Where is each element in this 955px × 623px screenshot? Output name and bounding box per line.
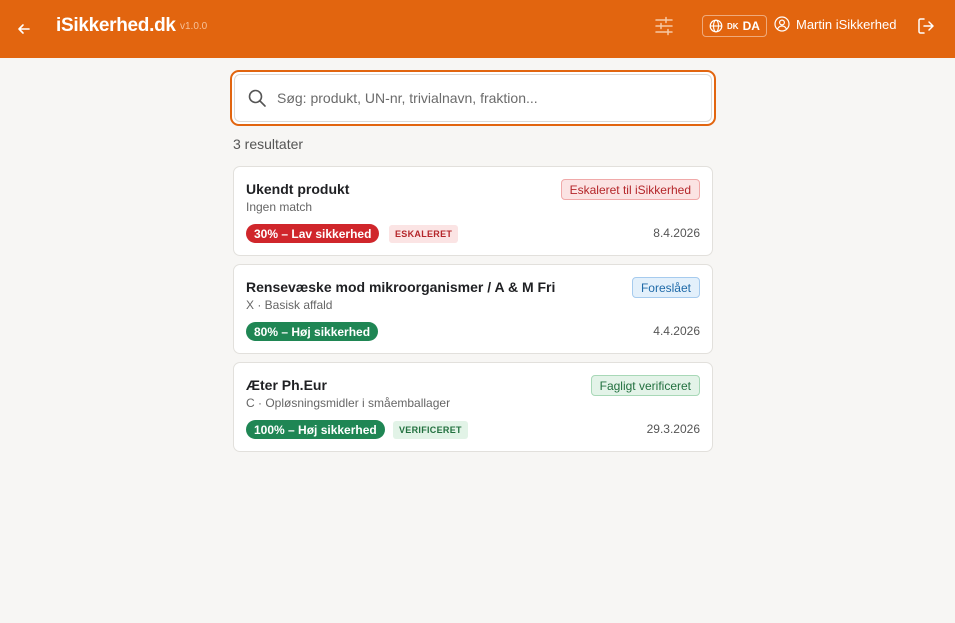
status-badge: Foreslået bbox=[631, 277, 700, 298]
result-card[interactable]: Rensevæske mod mikroorganismer / A & M F… bbox=[233, 264, 713, 354]
search-icon bbox=[248, 89, 266, 107]
confidence-badge: 80% – Høj sikkerhed bbox=[246, 322, 379, 341]
confidence-badge: 100% – Høj sikkerhed bbox=[246, 420, 385, 439]
result-date: 4.4.2026 bbox=[653, 324, 700, 338]
user-menu[interactable]: Martin iSikkerhed bbox=[774, 16, 896, 32]
state-tag: VERIFICERET bbox=[393, 421, 468, 439]
app-title[interactable]: iSikkerhed.dk bbox=[56, 15, 176, 37]
results-count: 3 resultater bbox=[233, 136, 304, 152]
app-version: v1.0.0 bbox=[180, 21, 208, 32]
result-title: Æter Ph.Eur bbox=[246, 377, 327, 393]
result-title: Ukendt produkt bbox=[246, 181, 350, 197]
state-tag: ESKALERET bbox=[389, 225, 459, 243]
search-box bbox=[230, 70, 716, 126]
user-icon bbox=[774, 16, 790, 32]
status-badge: Eskaleret til iSikkerhed bbox=[560, 179, 700, 200]
result-subtitle: X · Basisk affald bbox=[246, 298, 333, 312]
back-button[interactable] bbox=[10, 15, 38, 43]
result-subtitle: C · Opløsningsmidler i småemballager bbox=[246, 396, 451, 410]
search-input[interactable] bbox=[277, 90, 697, 106]
result-date: 29.3.2026 bbox=[646, 422, 700, 436]
search-field[interactable] bbox=[234, 74, 712, 122]
globe-icon bbox=[709, 19, 723, 33]
confidence-badge: 30% – Lav sikkerhed bbox=[246, 224, 380, 243]
language-code: DA bbox=[742, 19, 760, 33]
result-date: 8.4.2026 bbox=[653, 226, 700, 240]
filter-button[interactable] bbox=[652, 14, 676, 38]
logout-button[interactable] bbox=[916, 16, 936, 36]
result-card[interactable]: Æter Ph.Eur C · Opløsningsmidler i småem… bbox=[233, 362, 713, 452]
top-bar: iSikkerhed.dk v1.0.0 DK DA Martin iSikke… bbox=[0, 0, 955, 58]
logout-icon bbox=[918, 18, 934, 34]
result-title: Rensevæske mod mikroorganismer / A & M F… bbox=[246, 279, 556, 295]
result-subtitle: Ingen match bbox=[246, 200, 313, 214]
arrow-left-icon bbox=[18, 24, 30, 34]
language-country-code: DK bbox=[727, 21, 739, 31]
status-badge: Fagligt verificeret bbox=[590, 375, 700, 396]
result-card[interactable]: Ukendt produkt Ingen match Eskaleret til… bbox=[233, 166, 713, 256]
user-name: Martin iSikkerhed bbox=[796, 16, 897, 32]
language-switcher[interactable]: DK DA bbox=[702, 15, 767, 37]
sliders-icon bbox=[655, 16, 673, 36]
